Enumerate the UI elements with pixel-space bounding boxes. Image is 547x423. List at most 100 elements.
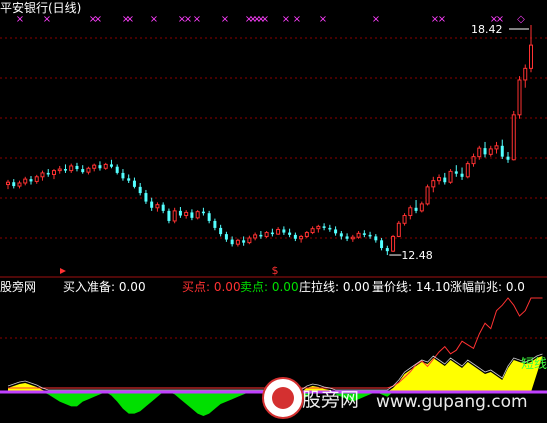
candle-body-89 — [517, 79, 522, 116]
candle-body-91 — [529, 44, 533, 69]
candle-body-15 — [92, 164, 97, 169]
candle-body-59 — [345, 236, 349, 239]
top-marker-23: × — [496, 14, 504, 25]
candle-body-14 — [86, 167, 91, 173]
candle-body-83 — [483, 148, 487, 155]
candle-body-52 — [304, 232, 309, 237]
candle-body-22 — [132, 180, 136, 187]
low-price-label: 12.48 — [401, 249, 433, 262]
candle-body-56 — [328, 227, 332, 230]
candle-body-46 — [270, 232, 274, 235]
indicator-label-bank-line: 庄拉线: 0.00 — [299, 280, 370, 294]
top-marker-9: × — [193, 14, 201, 25]
top-marker-15: × — [261, 14, 269, 25]
candle-body-87 — [506, 156, 510, 160]
candlestick-chart: 18.4212.48× × ×× ×× × ×× × × ××××× × × × × ×× ×× ◇$短线 — [0, 14, 547, 416]
candle-body-26 — [155, 204, 160, 209]
watermark-logo — [262, 377, 304, 419]
candle-body-78 — [454, 171, 458, 174]
candle-body-64 — [374, 236, 378, 241]
indicator-label-volume-price: 量价线: 14.10 — [372, 280, 451, 294]
candle-body-49 — [288, 232, 292, 235]
candle-body-5 — [34, 176, 39, 182]
candle-body-8 — [51, 170, 56, 175]
candle-body-33 — [195, 211, 200, 219]
top-marker-10: × — [221, 14, 229, 25]
candle-body-34 — [201, 211, 205, 214]
top-marker-18: × — [319, 14, 327, 25]
top-marker-17: × — [293, 14, 301, 25]
candle-body-37 — [219, 227, 223, 235]
indicator-label-buy-ready: 买入准备: 0.00 — [63, 280, 146, 294]
candle-body-61 — [356, 232, 361, 238]
candle-body-47 — [276, 228, 281, 235]
candle-body-30 — [178, 210, 182, 216]
candle-body-17 — [103, 163, 108, 169]
candle-body-0 — [6, 181, 10, 186]
candle-body-35 — [207, 213, 211, 221]
candle-body-25 — [150, 201, 154, 208]
candle-body-68 — [396, 222, 401, 237]
candle-body-82 — [477, 147, 482, 158]
candle-body-75 — [437, 177, 442, 182]
indicator-prefix: 股旁网 — [0, 280, 37, 294]
candle-body-39 — [230, 239, 234, 245]
indicator-label-surge: 涨幅前兆: 0.0 — [450, 280, 525, 294]
top-marker-21: × — [438, 14, 446, 25]
top-marker-16: × — [282, 14, 290, 25]
left-signal-marker — [60, 268, 66, 274]
candle-body-18 — [109, 164, 113, 167]
candle-body-57 — [334, 229, 338, 234]
candle-body-55 — [322, 226, 326, 228]
candle-body-40 — [235, 239, 240, 245]
candle-body-24 — [144, 193, 148, 202]
candle-body-65 — [380, 240, 384, 249]
candle-body-20 — [121, 172, 125, 179]
candle-body-10 — [63, 169, 67, 171]
indicator-label-sell-point: 卖点: 0.00 — [240, 280, 299, 294]
top-marker-5: × — [126, 14, 134, 25]
candle-body-12 — [75, 165, 79, 170]
candle-body-77 — [448, 170, 453, 183]
candle-body-7 — [46, 172, 50, 175]
candle-body-11 — [69, 165, 74, 172]
top-marker-3: × — [94, 14, 102, 25]
candle-body-70 — [408, 207, 413, 217]
top-marker-24: ◇ — [517, 14, 525, 25]
candle-body-73 — [425, 186, 430, 205]
candle-body-41 — [242, 240, 246, 243]
candle-body-60 — [350, 236, 355, 240]
candle-body-16 — [98, 165, 102, 169]
candle-body-44 — [259, 234, 263, 237]
candle-body-88 — [511, 114, 516, 161]
candle-body-27 — [161, 204, 165, 211]
candle-body-63 — [368, 234, 372, 237]
candle-body-23 — [138, 186, 142, 194]
candle-body-43 — [253, 234, 258, 239]
candle-body-29 — [172, 210, 177, 222]
candle-body-1 — [12, 182, 16, 187]
candle-body-58 — [339, 233, 343, 237]
candle-body-32 — [190, 212, 194, 218]
top-marker-1: × — [43, 14, 51, 25]
candle-body-13 — [81, 169, 85, 173]
candle-body-76 — [443, 177, 447, 183]
candle-body-6 — [40, 172, 45, 178]
candle-body-21 — [127, 178, 131, 181]
chart-stage: 18.42 12.48 × × × × × × × × × × × × × × × × × × × × × × × × ◇ $ 短线 — [0, 0, 547, 419]
candle-body-36 — [213, 220, 217, 228]
indicator-corner-tag: 短线 — [521, 357, 547, 372]
candle-body-79 — [460, 173, 464, 177]
top-marker-19: × — [372, 14, 380, 25]
candle-body-51 — [299, 235, 304, 240]
candle-body-38 — [224, 234, 228, 240]
candle-body-54 — [316, 225, 321, 230]
candle-body-66 — [385, 248, 389, 252]
signal-marker: $ — [272, 264, 279, 277]
candle-body-31 — [184, 211, 189, 217]
indicator-label-bar: 股旁网 买入准备: 0.00 买点: 0.00 卖点: 0.00 庄拉线: 0.… — [0, 279, 547, 295]
top-marker-8: × — [184, 14, 192, 25]
candle-body-81 — [471, 156, 476, 165]
candle-body-19 — [115, 166, 119, 173]
candle-body-28 — [167, 210, 171, 221]
